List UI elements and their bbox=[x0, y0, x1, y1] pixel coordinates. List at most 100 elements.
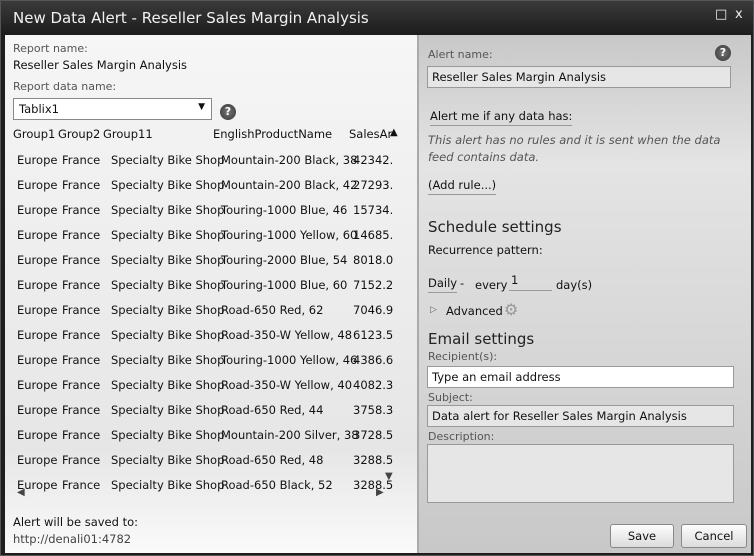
recurrence-label: Recurrence pattern: bbox=[428, 243, 543, 257]
table-cell: 42342. bbox=[353, 153, 394, 167]
table-cell: Specialty Bike Shop bbox=[111, 253, 225, 267]
table-cell: 7152.2 bbox=[353, 278, 394, 292]
table-cell: 15734. bbox=[353, 203, 394, 217]
table-cell: France bbox=[62, 428, 101, 442]
table-cell: France bbox=[62, 303, 101, 317]
table-cell: 4386.6 bbox=[353, 353, 394, 367]
alert-name-label: Alert name: bbox=[428, 48, 493, 61]
column-header[interactable]: EnglishProductName bbox=[213, 127, 332, 141]
right-panel: Alert name: ? Reseller Sales Margin Anal… bbox=[419, 35, 751, 553]
table-cell: France bbox=[62, 278, 101, 292]
report-data-label: Report data name: bbox=[13, 80, 117, 93]
recurrence-select[interactable]: Daily bbox=[428, 276, 458, 293]
table-cell: Specialty Bike Shop bbox=[111, 228, 225, 242]
scroll-down-icon[interactable]: ▼ bbox=[385, 471, 393, 482]
table-cell: Europe bbox=[17, 303, 58, 317]
alert-rules-link[interactable]: Alert me if any data has: bbox=[430, 109, 573, 126]
table-cell: Specialty Bike Shop bbox=[111, 153, 225, 167]
unit-label: day(s) bbox=[556, 278, 593, 292]
table-cell: Road-650 Red, 44 bbox=[221, 403, 324, 417]
saved-to-label: Alert will be saved to: bbox=[13, 515, 139, 529]
close-icon[interactable]: x bbox=[735, 7, 743, 22]
data-grid: Group1 Group2 Group11 EnglishProductName… bbox=[13, 125, 405, 492]
report-name: Reseller Sales Margin Analysis bbox=[13, 58, 188, 72]
column-header[interactable]: Group2 bbox=[58, 127, 100, 141]
save-button[interactable]: Save bbox=[610, 524, 674, 548]
table-cell: France bbox=[62, 353, 101, 367]
gear-icon[interactable]: ⚙ bbox=[504, 300, 518, 319]
window-title: New Data Alert - Reseller Sales Margin A… bbox=[13, 9, 369, 27]
table-cell: Europe bbox=[17, 153, 58, 167]
table-cell: France bbox=[62, 228, 101, 242]
table-cell: 8018.0 bbox=[353, 253, 394, 267]
every-label: every bbox=[475, 278, 508, 292]
email-heading: Email settings bbox=[428, 330, 535, 348]
table-cell: Touring-1000 Yellow, 46 bbox=[221, 353, 358, 367]
report-name-label: Report name: bbox=[13, 42, 88, 55]
table-cell: Specialty Bike Shop bbox=[111, 353, 225, 367]
title-bar: New Data Alert - Reseller Sales Margin A… bbox=[1, 1, 753, 35]
description-input[interactable] bbox=[427, 444, 734, 503]
table-cell: 3728.5 bbox=[353, 428, 394, 442]
report-data-value: Tablix1 bbox=[19, 102, 59, 116]
dash: - bbox=[460, 276, 465, 290]
table-cell: Specialty Bike Shop bbox=[111, 403, 225, 417]
scroll-up-icon[interactable]: ▲ bbox=[390, 127, 398, 138]
table-cell: Europe bbox=[17, 403, 58, 417]
table-cell: France bbox=[62, 378, 101, 392]
table-cell: Touring-1000 Blue, 60 bbox=[221, 278, 348, 292]
table-cell: Specialty Bike Shop bbox=[111, 203, 225, 217]
column-header[interactable]: SalesAr bbox=[349, 127, 392, 141]
add-rule-link[interactable]: (Add rule...) bbox=[428, 178, 497, 195]
table-cell: Road-350-W Yellow, 40 bbox=[221, 378, 353, 392]
table-cell: Europe bbox=[17, 178, 58, 192]
column-header[interactable]: Group1 bbox=[13, 127, 55, 141]
table-cell: France bbox=[62, 403, 101, 417]
table-cell: Specialty Bike Shop bbox=[111, 303, 225, 317]
cancel-button[interactable]: Cancel bbox=[681, 524, 747, 548]
recipients-label: Recipient(s): bbox=[428, 350, 498, 363]
table-cell: Europe bbox=[17, 228, 58, 242]
recipients-input[interactable]: Type an email address bbox=[427, 366, 734, 388]
table-cell: Road-350-W Yellow, 48 bbox=[221, 328, 353, 342]
table-cell: Mountain-200 Black, 42 bbox=[221, 178, 358, 192]
table-cell: Road-650 Red, 48 bbox=[221, 453, 324, 467]
description-label: Description: bbox=[428, 430, 495, 443]
dialog-window: New Data Alert - Reseller Sales Margin A… bbox=[0, 0, 754, 556]
scroll-right-icon[interactable]: ▶ bbox=[376, 487, 384, 498]
rules-note: This alert has no rules and it is sent w… bbox=[428, 133, 721, 164]
table-cell: Specialty Bike Shop bbox=[111, 453, 225, 467]
table-cell: Mountain-200 Silver, 38 bbox=[221, 428, 359, 442]
table-cell: 7046.9 bbox=[353, 303, 394, 317]
table-cell: 14685. bbox=[353, 228, 394, 242]
subject-input[interactable]: Data alert for Reseller Sales Margin Ana… bbox=[427, 405, 734, 427]
table-cell: Road-650 Red, 62 bbox=[221, 303, 324, 317]
table-cell: Europe bbox=[17, 253, 58, 267]
table-cell: France bbox=[62, 178, 101, 192]
column-header[interactable]: Group11 bbox=[103, 127, 153, 141]
table-cell: 6123.5 bbox=[353, 328, 394, 342]
table-cell: 4082.3 bbox=[353, 378, 394, 392]
table-cell: France bbox=[62, 153, 101, 167]
table-cell: Europe bbox=[17, 453, 58, 467]
table-cell: Europe bbox=[17, 203, 58, 217]
table-cell: Specialty Bike Shop bbox=[111, 178, 225, 192]
table-cell: Specialty Bike Shop bbox=[111, 428, 225, 442]
table-cell: Europe bbox=[17, 278, 58, 292]
table-cell: 3288.5 bbox=[353, 453, 394, 467]
table-cell: Mountain-200 Black, 38 bbox=[221, 153, 358, 167]
table-cell: 3758.3 bbox=[353, 403, 394, 417]
advanced-toggle[interactable]: Advanced bbox=[446, 304, 503, 318]
alert-name-input[interactable]: Reseller Sales Margin Analysis bbox=[427, 66, 731, 88]
table-cell: France bbox=[62, 328, 101, 342]
expand-icon[interactable]: ▷ bbox=[430, 305, 437, 315]
help-icon[interactable]: ? bbox=[220, 104, 236, 120]
table-cell: Specialty Bike Shop bbox=[111, 478, 225, 492]
every-input[interactable]: 1 bbox=[509, 273, 552, 291]
help-icon[interactable]: ? bbox=[715, 45, 731, 61]
maximize-icon[interactable]: □ bbox=[715, 7, 727, 22]
table-cell: France bbox=[62, 453, 101, 467]
table-cell: Touring-2000 Blue, 54 bbox=[221, 253, 348, 267]
scroll-left-icon[interactable]: ◀ bbox=[17, 487, 25, 498]
report-data-select[interactable]: Tablix1 ▼ bbox=[13, 98, 212, 120]
